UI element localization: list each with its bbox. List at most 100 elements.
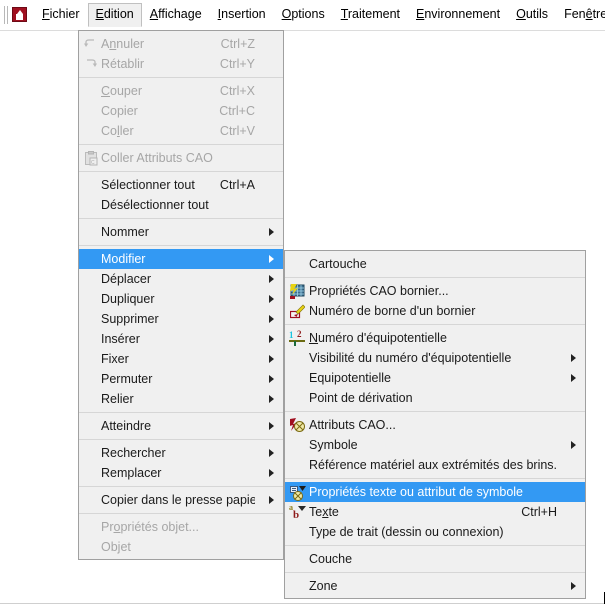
edition-item-couper: Couper Ctrl+X (79, 81, 283, 101)
menu-item-icon-slot (81, 370, 101, 388)
menu-item-label: Symbole (309, 438, 358, 452)
modifier-item-reference-materiel-aux-extremites-des-br[interactable]: Référence matériel aux extrémités des br… (285, 455, 585, 475)
menu-item-label: Permuter (101, 372, 153, 386)
svg-text:C: C (91, 160, 95, 166)
submenu-chevron-icon (265, 224, 279, 240)
modifier-item-zone[interactable]: Zone (285, 576, 585, 596)
menu-separator (79, 218, 283, 219)
modifier-item-equipotentielle[interactable]: Equipotentielle (285, 368, 585, 388)
edition-item-coller-attributs-cao: C Coller Attributs CAO (79, 148, 283, 168)
modifier-item-symbole[interactable]: Symbole (285, 435, 585, 455)
menu-item-label: Sélectionner tout (101, 178, 195, 192)
menu-item-icon-slot (81, 518, 101, 536)
menu-item-icon-slot (287, 456, 309, 474)
submenu-chevron-icon (265, 445, 279, 461)
menu-item-icon-slot (287, 389, 309, 407)
menu-bar-item-insertion[interactable]: Insertion (210, 3, 274, 27)
edition-item-inserer[interactable]: Insérer (79, 329, 283, 349)
edition-item-supprimer[interactable]: Supprimer (79, 309, 283, 329)
menu-item-label: Fixer (101, 352, 129, 366)
menu-item-icon-slot (81, 176, 101, 194)
edition-item-modifier[interactable]: Modifier (79, 249, 283, 269)
menu-item-icon-slot (81, 417, 101, 435)
menu-item-shortcut: Ctrl+Z (220, 37, 255, 51)
menu-item-label: Atteindre (101, 419, 152, 433)
edition-item-relier[interactable]: Relier (79, 389, 283, 409)
modifier-item-numero-de-borne-d-un-bornier[interactable]: Numéro de borne d'un bornier (285, 301, 585, 321)
menu-bar-item-environnement[interactable]: Environnement (408, 3, 508, 27)
menu-separator (285, 478, 585, 479)
modifier-item-texte[interactable]: a b Texte Ctrl+H (285, 502, 585, 522)
edition-dropdown-menu: Annuler Ctrl+Z Rétablir Ctrl+Y Couper Ctrl+X C… (78, 30, 284, 560)
menu-item-label: Copier (101, 104, 138, 118)
edition-item-copier: Copier Ctrl+C (79, 101, 283, 121)
menu-item-shortcut: Ctrl+A (219, 178, 255, 192)
modifier-item-cartouche[interactable]: Cartouche (285, 254, 585, 274)
menu-item-icon-slot (81, 196, 101, 214)
edition-item-annuler: Annuler Ctrl+Z (79, 34, 283, 54)
menu-bar-item-fenetre[interactable]: Fenêtre (556, 3, 605, 27)
menu-separator (79, 171, 283, 172)
modifier-item-numero-d-equipotentielle[interactable]: 1 2 Numéro d'équipotentielle (285, 328, 585, 348)
menu-bar-item-affichage[interactable]: Affichage (142, 3, 210, 27)
terminal-block-cao-icon (290, 284, 305, 302)
menu-item-icon-slot (287, 369, 309, 387)
edition-item-rechercher[interactable]: Rechercher (79, 443, 283, 463)
submenu-chevron-icon (265, 291, 279, 307)
menu-item-icon-slot (81, 122, 101, 140)
menu-item-icon-slot (81, 538, 101, 556)
menu-bar-item-edition[interactable]: Edition (87, 3, 142, 27)
menu-item-icon-slot (287, 302, 309, 320)
modifier-submenu: Cartouche Propriétés CAO bornier... Numéro… (284, 250, 586, 599)
edition-item-fixer[interactable]: Fixer (79, 349, 283, 369)
menu-bar-item-traitement[interactable]: Traitement (333, 3, 408, 27)
toolbar-drag-handle[interactable] (3, 5, 10, 25)
menu-item-icon-slot (81, 390, 101, 408)
modifier-item-proprietes-cao-bornier[interactable]: Propriétés CAO bornier... (285, 281, 585, 301)
menu-item-label: Point de dérivation (309, 391, 413, 405)
menu-item-icon-slot (287, 577, 309, 595)
menu-bar-item-outils[interactable]: Outils (508, 3, 556, 27)
edition-item-remplacer[interactable]: Remplacer (79, 463, 283, 483)
edition-item-permuter[interactable]: Permuter (79, 369, 283, 389)
edition-item-selectionner-tout[interactable]: Sélectionner tout Ctrl+A (79, 175, 283, 195)
app-document-icon (11, 6, 29, 24)
edition-item-dupliquer[interactable]: Dupliquer (79, 289, 283, 309)
edition-item-deplacer[interactable]: Déplacer (79, 269, 283, 289)
edition-item-deselectionner-tout[interactable]: Désélectionner tout (79, 195, 283, 215)
menu-item-label: Rechercher (101, 446, 166, 460)
menu-item-label: Propriétés texte ou attribut de symbole (309, 485, 524, 499)
edition-item-atteindre[interactable]: Atteindre (79, 416, 283, 436)
menu-item-icon-slot (81, 82, 101, 100)
menu-item-label: Relier (101, 392, 134, 406)
modifier-item-proprietes-texte-ou-attribut-de-symbole[interactable]: Propriétés texte ou attribut de symbole (285, 482, 585, 502)
menu-separator (79, 486, 283, 487)
modifier-item-couche[interactable]: Couche (285, 549, 585, 569)
submenu-chevron-icon (265, 418, 279, 434)
menu-item-label: Objet (101, 540, 131, 554)
submenu-chevron-icon (567, 350, 581, 366)
modifier-item-attributs-cao[interactable]: Attributs CAO... (285, 415, 585, 435)
menu-item-icon-slot (287, 255, 309, 273)
menu-item-icon-slot (287, 483, 309, 501)
modifier-item-visibilite-du-numero-d-equipotentielle[interactable]: Visibilité du numéro d'équipotentielle (285, 348, 585, 368)
menu-item-icon-slot (81, 350, 101, 368)
submenu-chevron-icon (265, 311, 279, 327)
edition-item-nommer[interactable]: Nommer (79, 222, 283, 242)
submenu-chevron-icon (265, 351, 279, 367)
menu-item-icon-slot (81, 290, 101, 308)
menu-item-shortcut: Ctrl+V (219, 124, 255, 138)
menu-item-icon-slot (81, 491, 101, 509)
menu-bar-item-options[interactable]: Options (274, 3, 333, 27)
menu-item-icon-slot (81, 35, 101, 53)
menu-item-icon-slot (287, 282, 309, 300)
menu-item-shortcut: Ctrl+Y (219, 57, 255, 71)
menu-item-label: Equipotentielle (309, 371, 392, 385)
menu-item-label: Couche (309, 552, 353, 566)
menu-item-icon-slot: 12 (287, 329, 309, 347)
edition-item-copier-dans-le-presse-papier[interactable]: Copier dans le presse papier (79, 490, 283, 510)
modifier-item-type-de-trait-dessin-ou-connexion[interactable]: Type de trait (dessin ou connexion) (285, 522, 585, 542)
menu-bar-item-fichier[interactable]: Fichier (34, 3, 88, 27)
menu-separator (79, 513, 283, 514)
modifier-item-point-de-derivation[interactable]: Point de dérivation (285, 388, 585, 408)
